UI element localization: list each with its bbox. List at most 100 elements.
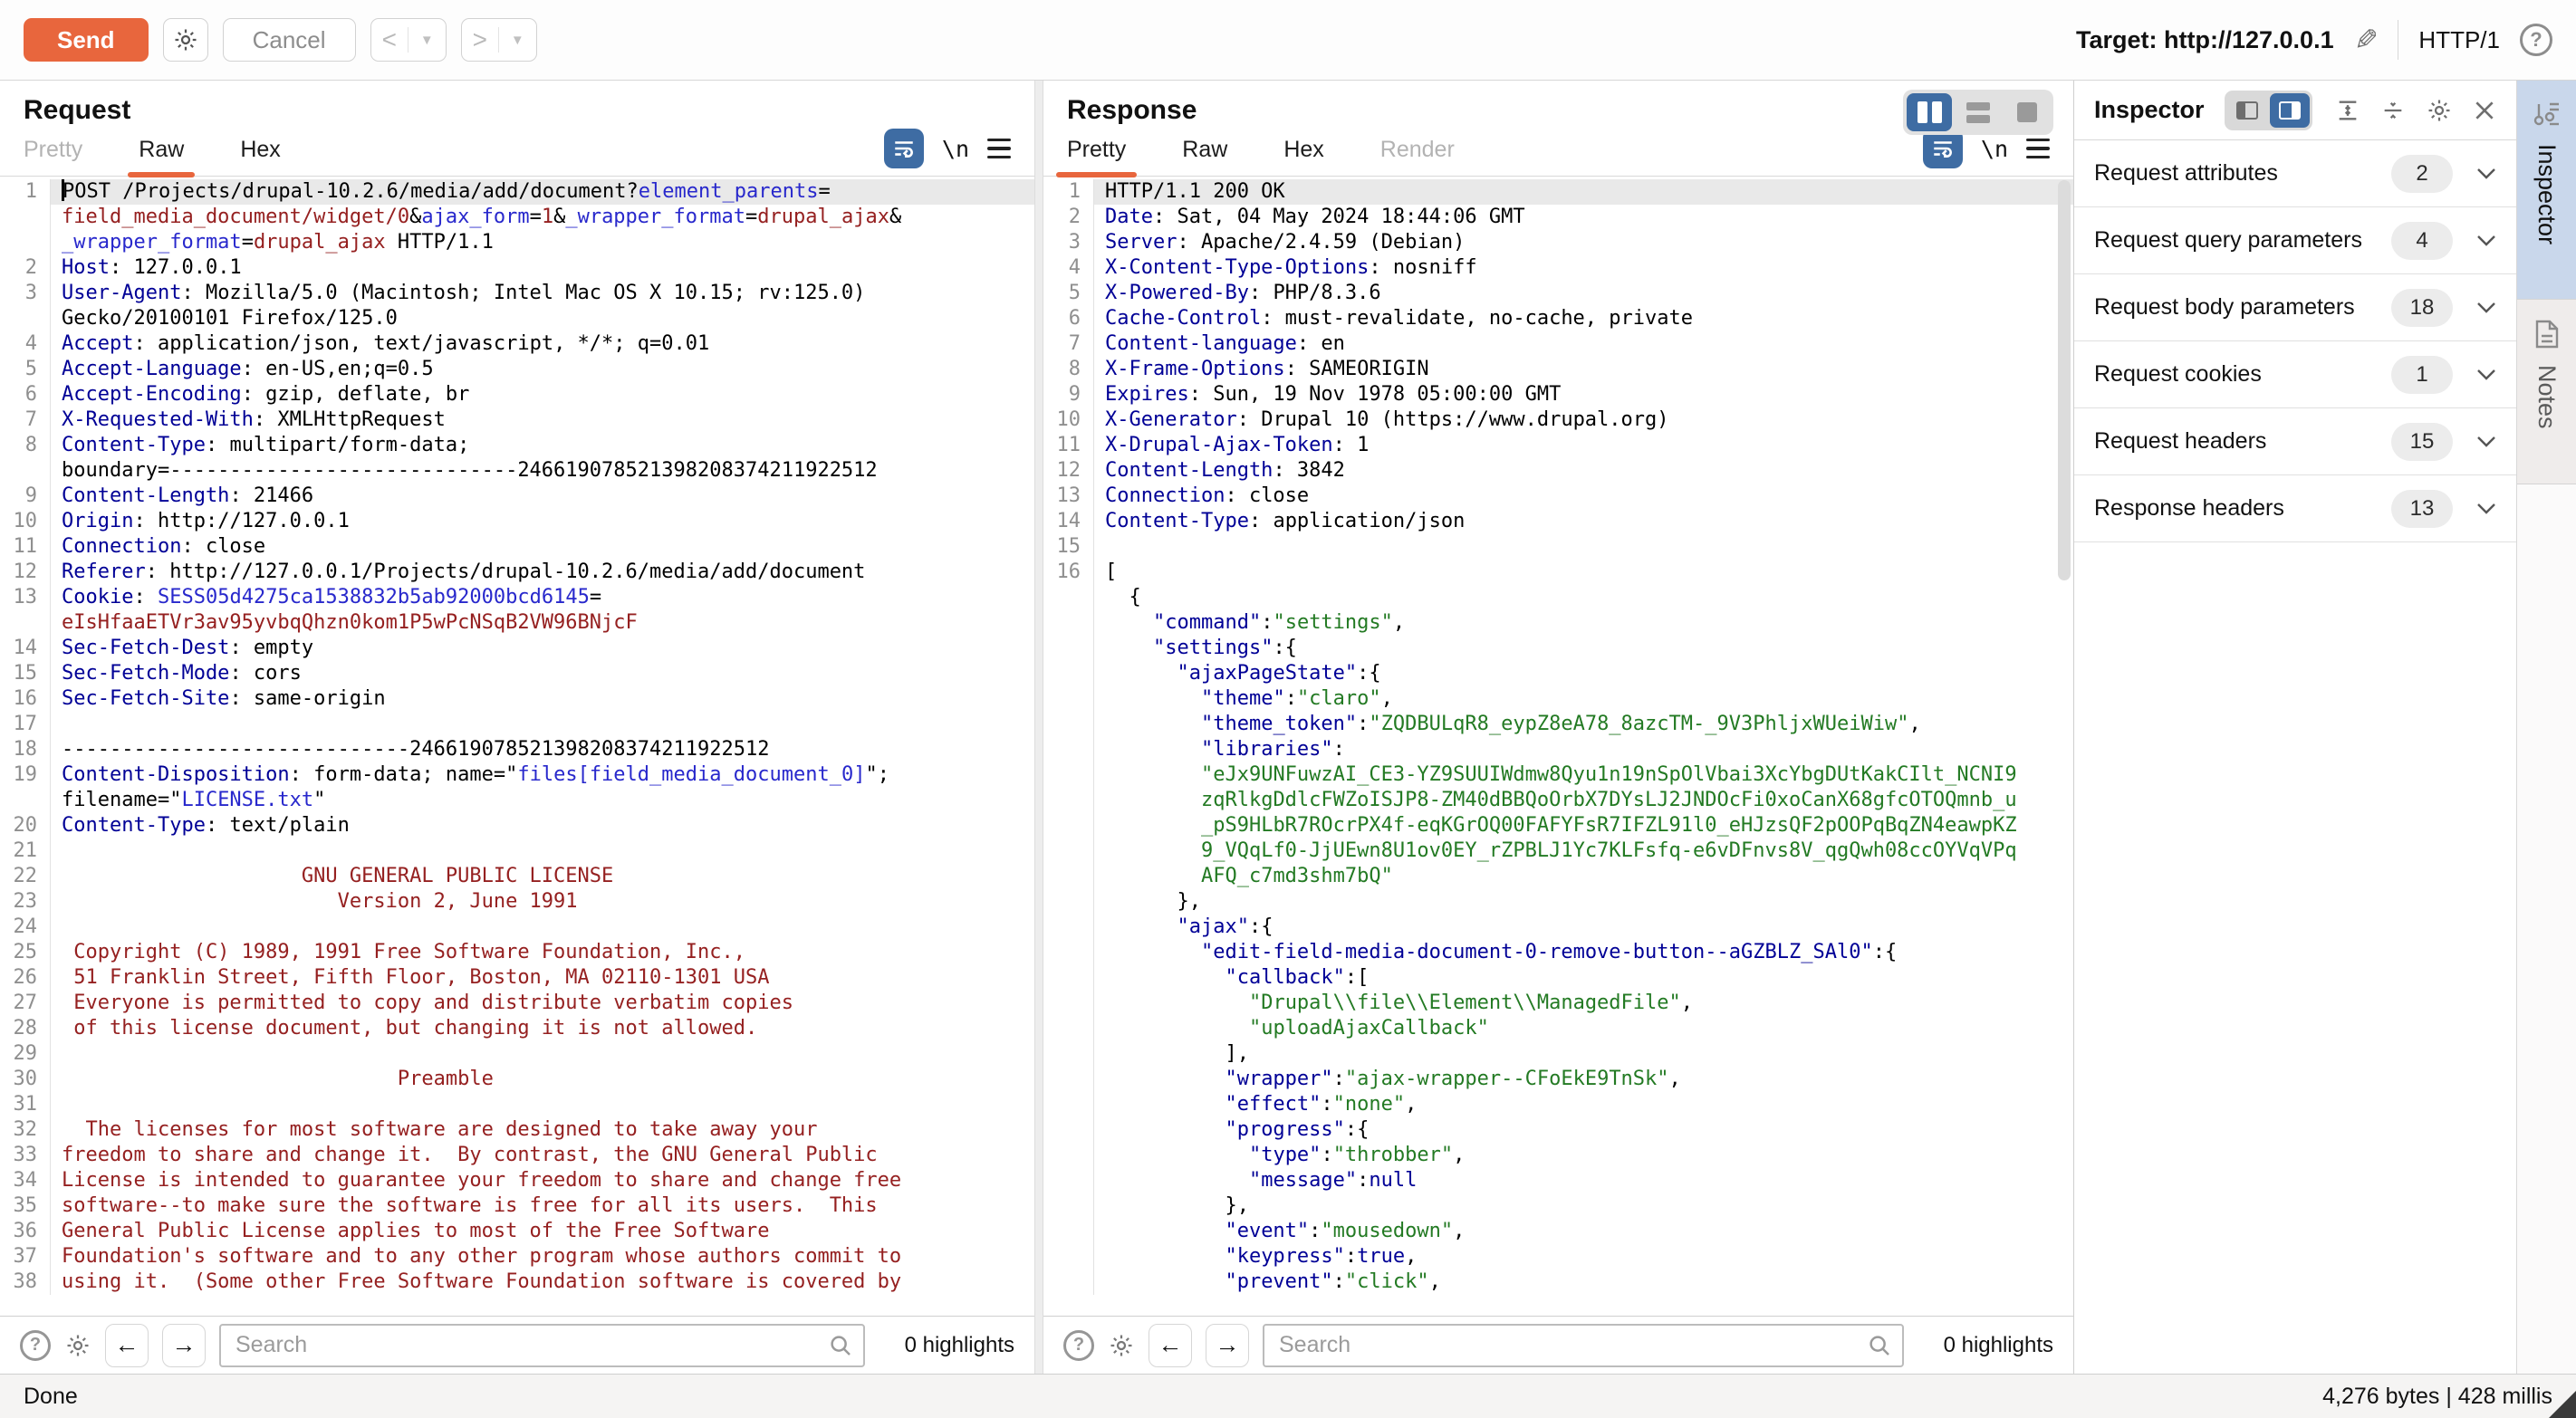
- newline-toggle[interactable]: \n: [942, 136, 969, 162]
- menu-icon[interactable]: [987, 139, 1011, 159]
- code-line[interactable]: 36General Public License applies to most…: [0, 1219, 1034, 1244]
- panel-splitter[interactable]: [1034, 81, 1043, 1374]
- code-line[interactable]: 8Content-Type: multipart/form-data;: [0, 433, 1034, 458]
- search-input[interactable]: [219, 1324, 865, 1367]
- tab-render[interactable]: Render: [1380, 137, 1455, 176]
- code-line[interactable]: 13Connection: close: [1043, 484, 2073, 509]
- code-line[interactable]: 11Connection: close: [0, 534, 1034, 560]
- code-line[interactable]: 14Sec-Fetch-Dest: empty: [0, 636, 1034, 661]
- dropdown-caret-icon[interactable]: ▼: [409, 19, 446, 61]
- expand-all-button[interactable]: [2335, 98, 2360, 123]
- code-line[interactable]: 28 of this license document, but changin…: [0, 1016, 1034, 1041]
- cancel-button[interactable]: Cancel: [223, 18, 356, 62]
- code-line[interactable]: 9Content-Length: 21466: [0, 484, 1034, 509]
- code-line[interactable]: 14Content-Type: application/json: [1043, 509, 2073, 534]
- code-line[interactable]: 37Foundation's software and to any other…: [0, 1244, 1034, 1269]
- code-line[interactable]: 34License is intended to guarantee your …: [0, 1168, 1034, 1193]
- code-line[interactable]: 15: [1043, 534, 2073, 560]
- code-line[interactable]: 1POST /Projects/drupal-10.2.6/media/add/…: [0, 179, 1034, 205]
- code-line[interactable]: "prevent":"click",: [1043, 1269, 2073, 1295]
- search-input[interactable]: [1263, 1324, 1904, 1367]
- code-line[interactable]: 12Content-Length: 3842: [1043, 458, 2073, 484]
- search-settings-icon[interactable]: [64, 1332, 91, 1359]
- help-icon[interactable]: ?: [2520, 24, 2552, 56]
- code-line[interactable]: AFQ_c7md3shm7bQ": [1043, 864, 2073, 889]
- code-line[interactable]: 13Cookie: SESS05d4275ca1538832b5ab92000b…: [0, 585, 1034, 610]
- code-line[interactable]: "settings":{: [1043, 636, 2073, 661]
- code-line[interactable]: 3Server: Apache/2.4.59 (Debian): [1043, 230, 2073, 255]
- tab-raw[interactable]: Raw: [139, 137, 184, 176]
- inspector-section-request-query-parameters[interactable]: Request query parameters 4: [2074, 207, 2516, 274]
- layout-columns-button[interactable]: [1907, 93, 1952, 131]
- code-line[interactable]: field_media_document/widget/0&ajax_form=…: [0, 205, 1034, 230]
- code-line[interactable]: 9_VQqLf0-JjUEwn8U1ov0EY_rZPBLJ1Yc7KLFsfq…: [1043, 838, 2073, 864]
- code-line[interactable]: 10Origin: http://127.0.0.1: [0, 509, 1034, 534]
- code-line[interactable]: 31: [0, 1092, 1034, 1117]
- code-line[interactable]: 12Referer: http://127.0.0.1/Projects/dru…: [0, 560, 1034, 585]
- code-line[interactable]: "message":null: [1043, 1168, 2073, 1193]
- next-match-button[interactable]: →: [162, 1324, 206, 1367]
- send-settings-button[interactable]: [163, 18, 208, 62]
- inspector-section-request-headers[interactable]: Request headers 15: [2074, 408, 2516, 475]
- code-line[interactable]: 16Sec-Fetch-Site: same-origin: [0, 686, 1034, 712]
- tab-pretty[interactable]: Pretty: [1067, 137, 1126, 176]
- code-line[interactable]: 38using it. (Some other Free Software Fo…: [0, 1269, 1034, 1295]
- help-icon[interactable]: ?: [20, 1330, 51, 1361]
- help-icon[interactable]: ?: [1063, 1330, 1094, 1361]
- next-match-button[interactable]: →: [1206, 1324, 1249, 1367]
- code-line[interactable]: "libraries":: [1043, 737, 2073, 762]
- code-line[interactable]: 3User-Agent: Mozilla/5.0 (Macintosh; Int…: [0, 281, 1034, 306]
- code-line[interactable]: 8X-Frame-Options: SAMEORIGIN: [1043, 357, 2073, 382]
- code-line[interactable]: 17: [0, 712, 1034, 737]
- collapse-all-button[interactable]: [2380, 98, 2406, 123]
- pencil-icon[interactable]: ✎: [2354, 23, 2379, 57]
- code-line[interactable]: "callback":[: [1043, 965, 2073, 991]
- code-line[interactable]: "event":"mousedown",: [1043, 1219, 2073, 1244]
- code-line[interactable]: 21: [0, 838, 1034, 864]
- code-line[interactable]: },: [1043, 1193, 2073, 1219]
- inspector-settings-button[interactable]: [2426, 97, 2453, 124]
- code-line[interactable]: "progress":{: [1043, 1117, 2073, 1143]
- code-line[interactable]: ],: [1043, 1041, 2073, 1067]
- menu-icon[interactable]: [2026, 139, 2050, 159]
- code-line[interactable]: 20Content-Type: text/plain: [0, 813, 1034, 838]
- code-line[interactable]: },: [1043, 889, 2073, 915]
- code-line[interactable]: 10X-Generator: Drupal 10 (https://www.dr…: [1043, 407, 2073, 433]
- code-line[interactable]: 19Content-Disposition: form-data; name="…: [0, 762, 1034, 788]
- dock-right-button[interactable]: [2270, 93, 2310, 128]
- response-editor[interactable]: 1HTTP/1.1 200 OK2Date: Sat, 04 May 2024 …: [1043, 177, 2073, 1316]
- code-line[interactable]: 6Accept-Encoding: gzip, deflate, br: [0, 382, 1034, 407]
- scrollbar-thumb[interactable]: [2058, 180, 2071, 580]
- prev-match-button[interactable]: ←: [105, 1324, 149, 1367]
- code-line[interactable]: "eJx9UNFuwzAI_CE3-YZ9SUUIWdmw8Qyu1n19nSp…: [1043, 762, 2073, 788]
- code-line[interactable]: eIsHfaaETVr3av95yvbqQhzn0kom1P5wPcNSqB2V…: [0, 610, 1034, 636]
- code-line[interactable]: 2Host: 127.0.0.1: [0, 255, 1034, 281]
- code-line[interactable]: 23 Version 2, June 1991: [0, 889, 1034, 915]
- inspector-close-button[interactable]: [2473, 99, 2496, 122]
- back-button[interactable]: < ▼: [370, 18, 447, 62]
- code-line[interactable]: 15Sec-Fetch-Mode: cors: [0, 661, 1034, 686]
- code-line[interactable]: "ajax":{: [1043, 915, 2073, 940]
- dropdown-caret-icon[interactable]: ▼: [499, 19, 536, 61]
- code-line[interactable]: 25 Copyright (C) 1989, 1991 Free Softwar…: [0, 940, 1034, 965]
- code-line[interactable]: 22 GNU GENERAL PUBLIC LICENSE: [0, 864, 1034, 889]
- inspector-section-response-headers[interactable]: Response headers 13: [2074, 475, 2516, 542]
- resize-grip-icon[interactable]: [2549, 1391, 2576, 1418]
- code-line[interactable]: _wrapper_format=drupal_ajax HTTP/1.1: [0, 230, 1034, 255]
- tab-hex[interactable]: Hex: [240, 137, 280, 176]
- code-line[interactable]: 24: [0, 915, 1034, 940]
- code-line[interactable]: 2Date: Sat, 04 May 2024 18:44:06 GMT: [1043, 205, 2073, 230]
- inspector-section-request-attributes[interactable]: Request attributes 2: [2074, 140, 2516, 207]
- request-editor[interactable]: 1POST /Projects/drupal-10.2.6/media/add/…: [0, 177, 1034, 1316]
- code-line[interactable]: 7X-Requested-With: XMLHttpRequest: [0, 407, 1034, 433]
- code-line[interactable]: Gecko/20100101 Firefox/125.0: [0, 306, 1034, 331]
- tab-raw[interactable]: Raw: [1182, 137, 1227, 176]
- code-line[interactable]: 18-----------------------------246619078…: [0, 737, 1034, 762]
- forward-button[interactable]: > ▼: [461, 18, 537, 62]
- code-line[interactable]: 7Content-language: en: [1043, 331, 2073, 357]
- code-line[interactable]: 4X-Content-Type-Options: nosniff: [1043, 255, 2073, 281]
- sidebar-tab-inspector[interactable]: Inspector: [2517, 81, 2576, 300]
- code-line[interactable]: 33freedom to share and change it. By con…: [0, 1143, 1034, 1168]
- code-line[interactable]: 35software--to make sure the software is…: [0, 1193, 1034, 1219]
- dock-left-button[interactable]: [2227, 93, 2267, 128]
